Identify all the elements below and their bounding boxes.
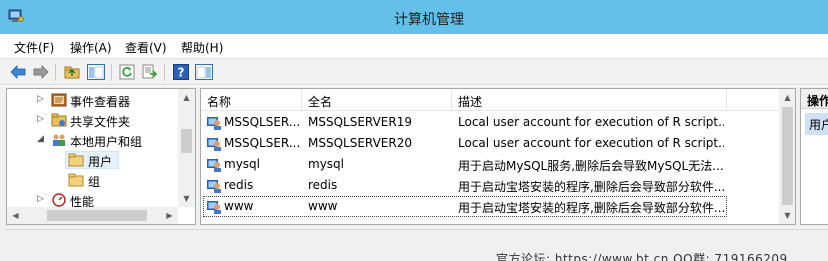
- window-title: 计算机管理: [394, 12, 464, 28]
- menu-view[interactable]: 查看(V): [125, 39, 167, 56]
- tree-item-label: 组: [88, 175, 101, 189]
- user-description: Local user account for execution of R sc…: [458, 115, 724, 129]
- toolbar-separator: [111, 64, 112, 81]
- table-row[interactable]: www www 用于启动宝塔安装的程序,删除后会导致部分软件...: [201, 196, 781, 217]
- back-arrow-icon[interactable]: [9, 63, 27, 81]
- scroll-right-icon[interactable]: ▶: [161, 207, 178, 224]
- scroll-thumb[interactable]: [47, 210, 147, 221]
- menu-action[interactable]: 操作(A): [70, 39, 112, 56]
- folder-icon: [68, 153, 84, 167]
- table-row[interactable]: mysql mysql 用于启动MySQL服务,删除后会导致MySQL无法...: [201, 154, 781, 175]
- actions-pane: 操作 用户: [800, 88, 828, 225]
- column-separator[interactable]: [726, 89, 727, 111]
- user-description: 用于启动MySQL服务,删除后会导致MySQL无法...: [458, 159, 724, 173]
- toolbar-separator: [55, 64, 56, 81]
- scroll-down-icon[interactable]: ▼: [178, 190, 195, 207]
- table-row[interactable]: redis redis 用于启动宝塔安装的程序,删除后会导致部分软件...: [201, 175, 781, 196]
- forward-arrow-icon[interactable]: [32, 63, 50, 81]
- tree-item-label: 共享文件夹: [70, 115, 131, 129]
- user-description: 用于启动宝塔安装的程序,删除后会导致部分软件...: [458, 201, 724, 215]
- export-list-icon[interactable]: [141, 63, 159, 81]
- expand-icon[interactable]: ▷: [37, 94, 47, 106]
- actions-header: 操作: [801, 89, 828, 109]
- column-separator[interactable]: [451, 89, 452, 111]
- list-header: 名称 全名 描述: [201, 89, 781, 111]
- expand-icon[interactable]: ▷: [37, 114, 47, 126]
- user-icon: [207, 201, 221, 214]
- show-hide-tree-icon[interactable]: [87, 63, 105, 81]
- user-name: www: [224, 199, 254, 213]
- watermark-text: 官方论坛: https://www.bt.cn QQ群: 719166209: [496, 252, 788, 261]
- collapse-icon[interactable]: ◢: [37, 134, 47, 146]
- tree-item-groups[interactable]: 组: [7, 170, 182, 190]
- menu-help[interactable]: 帮助(H): [181, 39, 223, 56]
- tree-item-shared-folders[interactable]: ▷ 共享文件夹: [7, 110, 182, 130]
- list-vertical-scrollbar[interactable]: ▲ ▼: [779, 89, 795, 224]
- user-icon: [207, 138, 221, 151]
- scroll-left-icon[interactable]: ◀: [7, 207, 24, 224]
- local-users-groups-icon: [53, 134, 65, 146]
- user-icon: [207, 117, 221, 130]
- event-viewer-icon: [51, 93, 67, 107]
- up-folder-icon[interactable]: [63, 63, 81, 81]
- tree-horizontal-scrollbar[interactable]: ◀ ▶: [7, 207, 178, 224]
- toolbar: ?: [0, 58, 828, 85]
- expand-icon[interactable]: ▷: [37, 194, 47, 206]
- status-bar: [6, 229, 828, 249]
- shared-folder-icon: [51, 113, 67, 127]
- title-bar: 计算机管理: [0, 0, 828, 34]
- user-full-name: redis: [308, 178, 338, 192]
- show-hide-action-pane-icon[interactable]: [195, 63, 213, 81]
- tree-vertical-scrollbar[interactable]: ▲ ▼: [178, 89, 195, 207]
- scroll-up-icon[interactable]: ▲: [178, 89, 195, 106]
- user-full-name: www: [308, 199, 338, 213]
- user-full-name: mysql: [308, 157, 344, 171]
- help-icon[interactable]: ?: [172, 63, 190, 81]
- user-name: redis: [224, 178, 254, 192]
- toolbar-separator: [164, 64, 165, 81]
- table-row[interactable]: MSSQLSER... MSSQLSERVER20 Local user acc…: [201, 133, 781, 154]
- user-list: 名称 全名 描述 MSSQLSER... MSSQLSERVER19 Local…: [200, 88, 796, 225]
- user-name: mysql: [224, 157, 260, 171]
- scroll-thumb[interactable]: [181, 129, 192, 153]
- column-header-name[interactable]: 名称: [207, 93, 231, 110]
- column-separator[interactable]: [301, 89, 302, 111]
- scroll-thumb[interactable]: [782, 107, 793, 205]
- column-header-description[interactable]: 描述: [458, 93, 482, 110]
- folder-icon: [68, 173, 84, 187]
- user-description: Local user account for execution of R sc…: [458, 136, 724, 150]
- tree-item-label: 本地用户和组: [70, 135, 143, 149]
- actions-item-users[interactable]: 用户: [805, 113, 828, 135]
- user-description: 用于启动宝塔安装的程序,删除后会导致部分软件...: [458, 180, 724, 194]
- tree-item-users[interactable]: 用户: [7, 150, 182, 170]
- user-icon: [207, 180, 221, 193]
- refresh-icon[interactable]: [118, 63, 136, 81]
- tree-item-label: 事件查看器: [70, 95, 131, 109]
- performance-icon: [52, 193, 66, 207]
- scroll-down-icon[interactable]: ▼: [779, 207, 795, 224]
- user-full-name: MSSQLSERVER20: [308, 136, 412, 150]
- menu-file[interactable]: 文件(F): [14, 39, 54, 56]
- user-name: MSSQLSER...: [224, 115, 299, 129]
- table-row[interactable]: MSSQLSER... MSSQLSERVER19 Local user acc…: [201, 112, 781, 133]
- user-name: MSSQLSER...: [224, 136, 299, 150]
- user-icon: [207, 159, 221, 172]
- svg-text:?: ?: [178, 66, 185, 80]
- actions-header-label: 操作: [807, 94, 828, 108]
- column-header-full-name[interactable]: 全名: [308, 93, 332, 110]
- menu-bar: 文件(F) 操作(A) 查看(V) 帮助(H): [0, 34, 828, 58]
- actions-item-label: 用户: [809, 118, 828, 132]
- tree-item-event-viewer[interactable]: ▷ 事件查看器: [7, 90, 182, 110]
- scroll-up-icon[interactable]: ▲: [779, 89, 795, 106]
- console-tree: ▷ 事件查看器 ▷ 共享文件夹 ◢ 本地用户和组 用户 组 ▷ 性能 ▲ ▼ ◀…: [6, 88, 196, 225]
- user-full-name: MSSQLSERVER19: [308, 115, 412, 129]
- tree-item-local-users-groups[interactable]: ◢ 本地用户和组: [7, 130, 182, 150]
- tree-item-label: 用户: [88, 155, 113, 169]
